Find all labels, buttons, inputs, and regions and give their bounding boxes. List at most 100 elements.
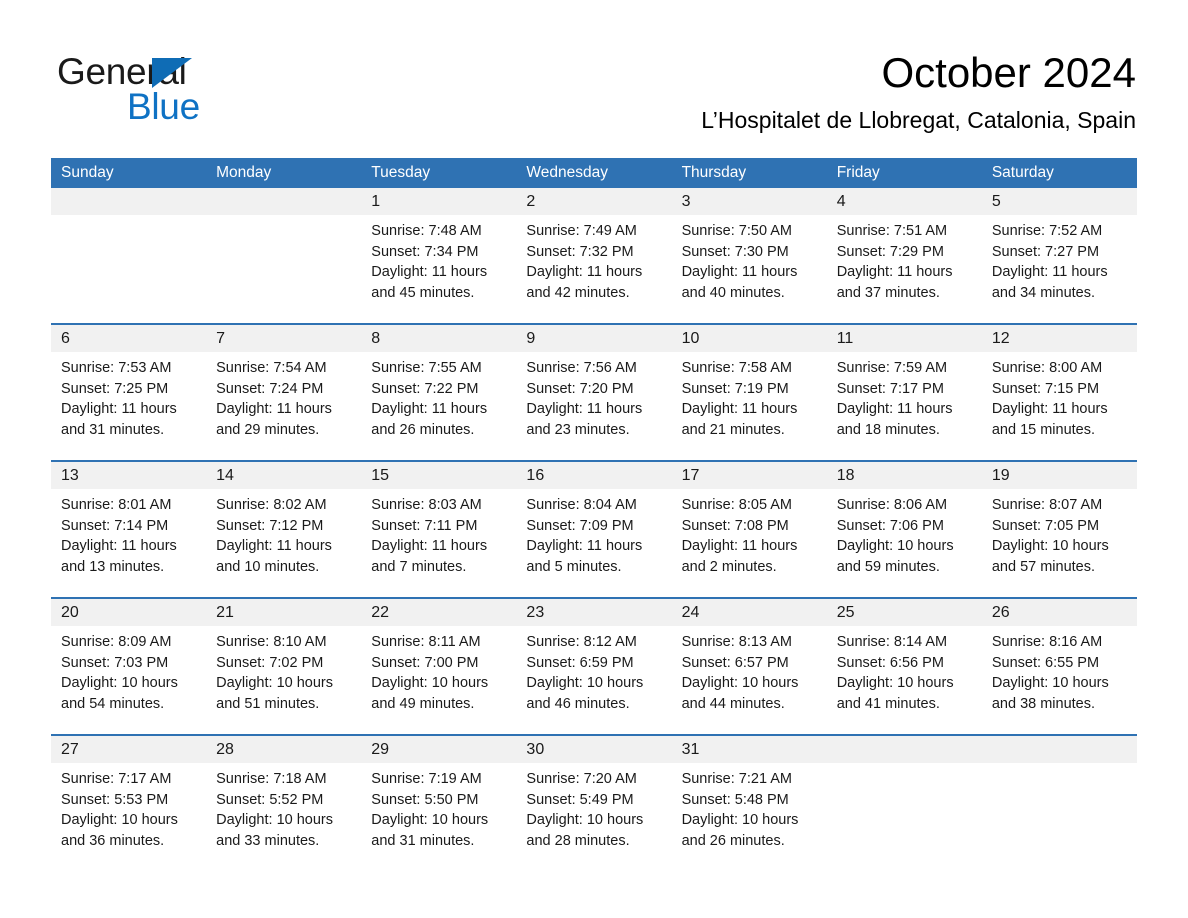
day-number[interactable]: 2 bbox=[516, 188, 671, 215]
day-cell: Sunrise: 8:09 AM Sunset: 7:03 PM Daylight:… bbox=[51, 626, 206, 734]
day-detail-line: Daylight: 10 hours bbox=[836, 538, 954, 554]
day-number[interactable]: 3 bbox=[672, 188, 827, 215]
day-detail-line: Sunset: 7:12 PM bbox=[216, 517, 324, 534]
day-cell: Sunrise: 7:49 AM Sunset: 7:32 PM Daylight:… bbox=[516, 215, 671, 323]
day-number[interactable]: 10 bbox=[672, 325, 827, 352]
day-detail-line: Sunset: 7:19 PM bbox=[681, 380, 789, 397]
day-detail-line: Sunset: 7:30 PM bbox=[681, 243, 789, 260]
calendar-table: Sunday Monday Tuesday Wednesday Thursday Frid… bbox=[51, 158, 1137, 871]
day-detail-line: Daylight: 10 hours bbox=[991, 538, 1109, 554]
day-detail-line: and 23 minutes. bbox=[526, 421, 630, 438]
day-number[interactable]: 15 bbox=[361, 462, 516, 489]
weekday-header-friday: Friday bbox=[836, 164, 880, 181]
day-number[interactable]: 5 bbox=[982, 188, 1137, 215]
day-number[interactable]: 16 bbox=[516, 462, 671, 489]
day-detail-line: Daylight: 10 hours bbox=[216, 675, 334, 691]
day-detail-line: Daylight: 10 hours bbox=[61, 812, 178, 828]
day-number[interactable]: 25 bbox=[827, 599, 982, 626]
day-cell: Sunrise: 7:50 AM Sunset: 7:30 PM Daylight:… bbox=[672, 215, 827, 323]
day-cell: Sunrise: 8:02 AM Sunset: 7:12 PM Daylight:… bbox=[206, 489, 361, 597]
day-detail-line: Sunset: 7:02 PM bbox=[216, 654, 324, 671]
day-number[interactable]: 26 bbox=[982, 599, 1137, 626]
day-detail-line: and 34 minutes. bbox=[991, 284, 1096, 301]
day-number[interactable]: 4 bbox=[827, 188, 982, 215]
day-detail-line: Sunset: 5:48 PM bbox=[681, 791, 789, 808]
day-detail-line: Sunrise: 8:12 AM bbox=[526, 634, 637, 650]
day-detail-line: Sunset: 7:24 PM bbox=[216, 380, 324, 397]
day-number[interactable]: 1 bbox=[361, 188, 516, 215]
calendar-page: General Blue October 2024 L’Hospitalet d… bbox=[0, 0, 1188, 918]
day-cell: Sunrise: 7:59 AM Sunset: 7:17 PM Daylight:… bbox=[827, 352, 982, 460]
day-cell: Sunrise: 8:13 AM Sunset: 6:57 PM Daylight:… bbox=[672, 626, 827, 734]
day-cell: Sunrise: 7:21 AM Sunset: 5:48 PM Daylight:… bbox=[672, 763, 827, 871]
day-detail-line: Sunrise: 8:13 AM bbox=[681, 634, 792, 650]
day-detail-line: Sunrise: 8:01 AM bbox=[61, 497, 172, 513]
day-cell-empty bbox=[982, 763, 1137, 871]
day-detail-line: Sunset: 7:27 PM bbox=[991, 243, 1100, 260]
day-number[interactable]: 14 bbox=[206, 462, 361, 489]
day-number[interactable]: 9 bbox=[516, 325, 671, 352]
day-number[interactable]: 19 bbox=[982, 462, 1137, 489]
day-detail-line: Sunrise: 8:02 AM bbox=[216, 497, 327, 513]
day-number[interactable]: 8 bbox=[361, 325, 516, 352]
day-number[interactable]: 13 bbox=[51, 462, 206, 489]
day-number[interactable]: 6 bbox=[51, 325, 206, 352]
day-detail-line: and 37 minutes. bbox=[836, 284, 940, 301]
day-detail-line: and 18 minutes. bbox=[836, 421, 940, 438]
day-detail-line: and 54 minutes. bbox=[61, 695, 165, 712]
day-number[interactable]: 7 bbox=[206, 325, 361, 352]
day-number[interactable]: 24 bbox=[672, 599, 827, 626]
calendar-week-row: 13 14 15 16 17 18 19 Sunrise: 8:01 AM Sunset: 7:… bbox=[51, 460, 1137, 597]
day-detail-line: Sunset: 7:11 PM bbox=[371, 517, 478, 534]
day-number[interactable]: 29 bbox=[361, 736, 516, 763]
day-detail-line: Sunrise: 7:58 AM bbox=[681, 360, 792, 376]
day-detail-line: Daylight: 11 hours bbox=[991, 264, 1108, 280]
day-detail-line: Sunset: 7:34 PM bbox=[371, 243, 479, 260]
weekday-header-sunday: Sunday bbox=[61, 164, 114, 181]
day-number[interactable]: 12 bbox=[982, 325, 1137, 352]
day-cell: Sunrise: 8:16 AM Sunset: 6:55 PM Daylight:… bbox=[982, 626, 1137, 734]
brand-line-general: General bbox=[57, 52, 357, 92]
day-detail-line: Sunrise: 7:59 AM bbox=[836, 360, 948, 376]
day-detail-line: and 41 minutes. bbox=[836, 695, 940, 712]
day-number[interactable]: 28 bbox=[206, 736, 361, 763]
day-number[interactable]: 27 bbox=[51, 736, 206, 763]
day-detail-line: and 33 minutes. bbox=[216, 832, 320, 849]
day-detail-line: Daylight: 10 hours bbox=[681, 812, 799, 828]
day-detail-row: Sunrise: 8:01 AM Sunset: 7:14 PM Daylight:… bbox=[51, 489, 1137, 597]
day-detail-line: Daylight: 10 hours bbox=[371, 675, 489, 691]
day-detail-line: and 57 minutes. bbox=[991, 558, 1096, 575]
day-number[interactable]: 30 bbox=[516, 736, 671, 763]
day-detail-row: Sunrise: 7:17 AM Sunset: 5:53 PM Daylight:… bbox=[51, 763, 1137, 871]
day-detail-line: and 31 minutes. bbox=[61, 421, 165, 438]
day-detail-line: Sunrise: 7:51 AM bbox=[836, 223, 948, 239]
title-block: October 2024 L’Hospitalet de Llobregat, … bbox=[701, 48, 1136, 134]
day-detail-line: Daylight: 10 hours bbox=[216, 812, 334, 828]
day-detail-line: Sunset: 5:52 PM bbox=[216, 791, 324, 808]
day-detail-line: Sunset: 7:22 PM bbox=[371, 380, 479, 397]
day-number-row: 6 7 8 9 10 11 12 bbox=[51, 325, 1137, 352]
day-detail-line: and 51 minutes. bbox=[216, 695, 320, 712]
day-detail-line: Daylight: 11 hours bbox=[681, 538, 798, 554]
day-number[interactable]: 17 bbox=[672, 462, 827, 489]
day-number[interactable]: 23 bbox=[516, 599, 671, 626]
day-detail-line: Sunset: 7:32 PM bbox=[526, 243, 634, 260]
day-detail-line: Sunrise: 8:11 AM bbox=[371, 634, 481, 650]
day-number[interactable]: 31 bbox=[672, 736, 827, 763]
weekday-header-thursday: Thursday bbox=[681, 164, 747, 181]
day-detail-line: Sunset: 6:57 PM bbox=[681, 654, 789, 671]
calendar-week-row: 20 21 22 23 24 25 26 Sunrise: 8:09 AM Sunset: 7:… bbox=[51, 597, 1137, 734]
day-number[interactable]: 21 bbox=[206, 599, 361, 626]
day-detail-line: and 5 minutes. bbox=[526, 558, 622, 575]
day-number[interactable]: 18 bbox=[827, 462, 982, 489]
calendar-weeks: 1 2 3 4 5 Sunrise: 7:48 AM Sunset: 7:34 PM Dayl… bbox=[51, 188, 1137, 871]
day-detail-line: and 28 minutes. bbox=[526, 832, 630, 849]
day-number[interactable]: 20 bbox=[51, 599, 206, 626]
weekday-header-wednesday: Wednesday bbox=[526, 164, 608, 181]
day-number[interactable]: 11 bbox=[827, 325, 982, 352]
day-number[interactable]: 22 bbox=[361, 599, 516, 626]
day-detail-line: Daylight: 11 hours bbox=[526, 264, 643, 280]
day-detail-line: Sunset: 5:49 PM bbox=[526, 791, 634, 808]
day-detail-line: Daylight: 11 hours bbox=[61, 401, 177, 417]
day-cell: Sunrise: 7:58 AM Sunset: 7:19 PM Daylight:… bbox=[672, 352, 827, 460]
